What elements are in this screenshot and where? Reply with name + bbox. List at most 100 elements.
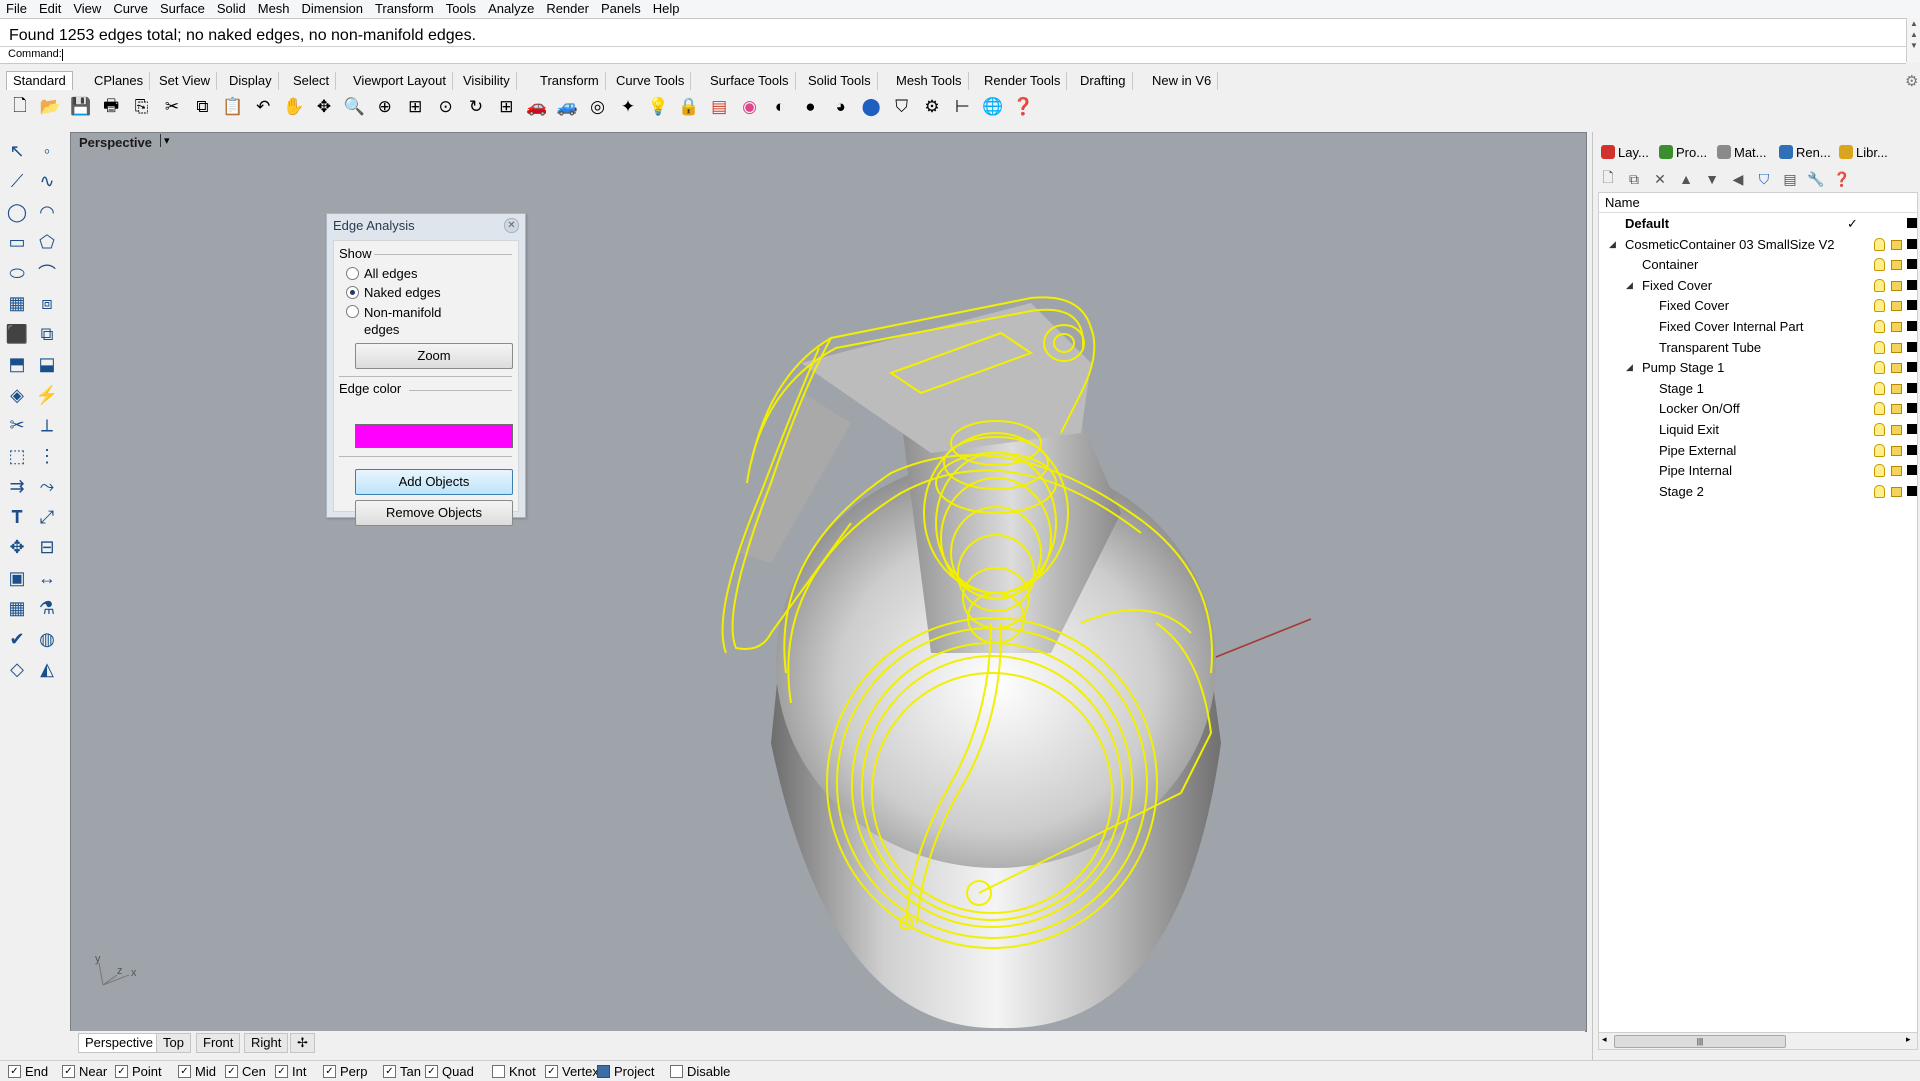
light-bulb-icon[interactable] xyxy=(1874,423,1885,436)
menu-item[interactable]: Dimension xyxy=(296,0,369,18)
toolbar-tab[interactable]: Visibility xyxy=(457,72,517,90)
toolbar-tab[interactable]: New in V6 xyxy=(1146,72,1219,90)
layer-color-swatch[interactable] xyxy=(1907,321,1917,331)
sphere-icon[interactable]: ◕ xyxy=(829,95,853,119)
toolbar-tab[interactable]: Drafting xyxy=(1074,72,1133,90)
menu-item[interactable]: Curve xyxy=(107,0,154,18)
zoom-selected-icon[interactable]: ⊙ xyxy=(434,95,458,119)
expand-toggle-icon[interactable]: ◢ xyxy=(1609,234,1616,255)
osnap-toggle[interactable]: Project xyxy=(597,1064,654,1079)
osnap-checkbox[interactable] xyxy=(597,1065,610,1078)
radio-button[interactable] xyxy=(346,267,359,280)
light-bulb-icon[interactable] xyxy=(1874,361,1885,375)
layer-color-swatch[interactable] xyxy=(1907,485,1917,496)
toolbar-tab[interactable]: Curve Tools xyxy=(610,72,692,90)
new-layer-icon[interactable]: 🗋 xyxy=(1599,169,1617,188)
cage-icon[interactable]: ▣ xyxy=(4,565,30,591)
osnap-checkbox[interactable]: ✓ xyxy=(62,1065,75,1078)
shade-icon[interactable]: ◭ xyxy=(34,657,60,683)
layers-tab[interactable]: Lay... xyxy=(1601,142,1649,162)
new-file-icon[interactable]: 🗋 xyxy=(8,95,32,119)
light-bulb-icon[interactable] xyxy=(1874,299,1885,313)
point-icon[interactable]: ✦ xyxy=(616,95,640,119)
light-bulb-icon[interactable] xyxy=(1874,278,1885,292)
layer-row[interactable]: ◢ Fixed Cover xyxy=(1599,275,1917,296)
surface-icon[interactable]: ▦ xyxy=(4,291,30,317)
rotate-icon[interactable]: ↻ xyxy=(464,95,488,119)
dim-icon[interactable]: ↔ xyxy=(34,565,60,591)
viewport-tab[interactable]: Front xyxy=(196,1033,241,1053)
menu-item[interactable]: Analyze xyxy=(482,0,540,18)
unlock-icon[interactable] xyxy=(1891,486,1902,497)
osnap-toggle[interactable]: ✓ Near xyxy=(62,1064,107,1079)
delete-icon[interactable]: ✕ xyxy=(1651,170,1669,188)
radio-button[interactable] xyxy=(346,305,359,318)
rendering-tab[interactable]: Ren... xyxy=(1779,142,1831,162)
toolbar-tab[interactable]: Transform xyxy=(534,72,606,90)
osnap-checkbox[interactable]: ✓ xyxy=(323,1065,336,1078)
layer-color-swatch[interactable] xyxy=(1907,424,1917,434)
materials-tab[interactable]: Mat... xyxy=(1717,142,1767,162)
zoom-icon[interactable]: 🔍 xyxy=(342,95,366,119)
cut-icon[interactable]: ✂ xyxy=(160,95,184,119)
osnap-toggle[interactable]: ✓ Point xyxy=(115,1064,162,1079)
loft-icon[interactable]: ⧈ xyxy=(34,291,60,317)
globe-icon[interactable]: 🌐 xyxy=(981,95,1005,119)
light-bulb-icon[interactable]: ◇ xyxy=(4,657,30,683)
layer-horizontal-scrollbar[interactable]: ◂ ||| ▸ xyxy=(1598,1032,1918,1050)
viewport-tab[interactable]: Right xyxy=(244,1033,289,1053)
zoom-button[interactable]: Zoom xyxy=(355,343,513,369)
toolbar-tab[interactable]: Mesh Tools xyxy=(890,72,969,90)
layer-row[interactable]: Liquid Exit xyxy=(1599,419,1917,440)
layer-color-swatch[interactable] xyxy=(1907,238,1917,249)
polygon-icon[interactable]: ⬠ xyxy=(34,230,60,256)
polyline-icon[interactable]: ⟋ xyxy=(4,169,30,195)
rectangle-icon[interactable]: ▭ xyxy=(4,230,30,256)
render-sphere-icon[interactable]: ● xyxy=(798,95,822,119)
layer-row[interactable]: Pipe External xyxy=(1599,440,1917,461)
toolbar-tab[interactable]: Render Tools xyxy=(978,72,1068,90)
scroll-thumb[interactable]: ||| xyxy=(1614,1035,1786,1048)
unlock-icon[interactable] xyxy=(1891,342,1902,353)
analyze-icon[interactable]: ⚗ xyxy=(34,596,60,622)
ellipse-icon[interactable]: ⬭ xyxy=(4,260,30,286)
viewport-tab[interactable]: Top xyxy=(156,1033,191,1053)
help-icon[interactable]: ❓ xyxy=(1011,95,1035,119)
expand-toggle-icon[interactable]: ◢ xyxy=(1626,357,1633,378)
osnap-toggle[interactable]: ✓ Vertex xyxy=(545,1064,599,1079)
toolbar-tab[interactable]: CPlanes xyxy=(88,72,151,90)
help-icon[interactable]: ❓ xyxy=(1833,170,1851,188)
new-sublayer-icon[interactable]: ⧉ xyxy=(1625,170,1643,188)
layer-icon[interactable]: ▤ xyxy=(707,95,731,119)
print-icon[interactable]: 🖶 xyxy=(99,95,123,119)
layer-color-swatch[interactable] xyxy=(1907,382,1917,393)
mesh-icon[interactable]: ◈ xyxy=(4,382,30,408)
split-icon[interactable]: ⟂ xyxy=(34,413,60,439)
align-icon[interactable]: ⊟ xyxy=(34,535,60,561)
osnap-checkbox[interactable]: ✓ xyxy=(425,1065,438,1078)
rotate-view-icon[interactable]: ✥ xyxy=(312,95,336,119)
copy-icon[interactable]: ⧉ xyxy=(190,95,214,119)
box-icon[interactable]: ⬛ xyxy=(4,321,30,347)
remove-objects-button[interactable]: Remove Objects xyxy=(355,500,513,526)
four-view-icon[interactable]: ⊞ xyxy=(494,95,518,119)
command-scrollbar[interactable]: ▲ ▲ ▼ xyxy=(1906,18,1920,62)
light-bulb-icon[interactable] xyxy=(1874,340,1885,354)
render-icon[interactable]: ◍ xyxy=(34,626,60,652)
layer-row[interactable]: ◢ CosmeticContainer 03 SmallSize V2 xyxy=(1599,234,1917,255)
unlock-icon[interactable] xyxy=(1891,260,1902,271)
dimension-icon[interactable]: ⊢ xyxy=(950,95,974,119)
scale-icon[interactable]: ⤢ xyxy=(34,504,60,530)
group-icon[interactable]: ⬚ xyxy=(4,443,30,469)
car-grey-icon[interactable]: 🚙 xyxy=(555,95,579,119)
unlock-icon[interactable] xyxy=(1891,239,1902,250)
radio-non-manifold-edges[interactable]: Non-manifold edges xyxy=(346,304,441,338)
menu-item[interactable]: Help xyxy=(647,0,686,18)
lightning-icon[interactable]: ⚡ xyxy=(34,382,60,408)
toolbar-tab[interactable]: Surface Tools xyxy=(704,72,796,90)
perspective-viewport[interactable]: Perspective ▾ x y z xyxy=(70,132,1587,1032)
command-line[interactable]: Command: xyxy=(0,46,1906,64)
osnap-toggle[interactable]: ✓ End xyxy=(8,1064,48,1079)
gear-icon[interactable]: ⚙ xyxy=(1905,72,1918,90)
tools-icon[interactable]: 🔧 xyxy=(1807,170,1825,188)
